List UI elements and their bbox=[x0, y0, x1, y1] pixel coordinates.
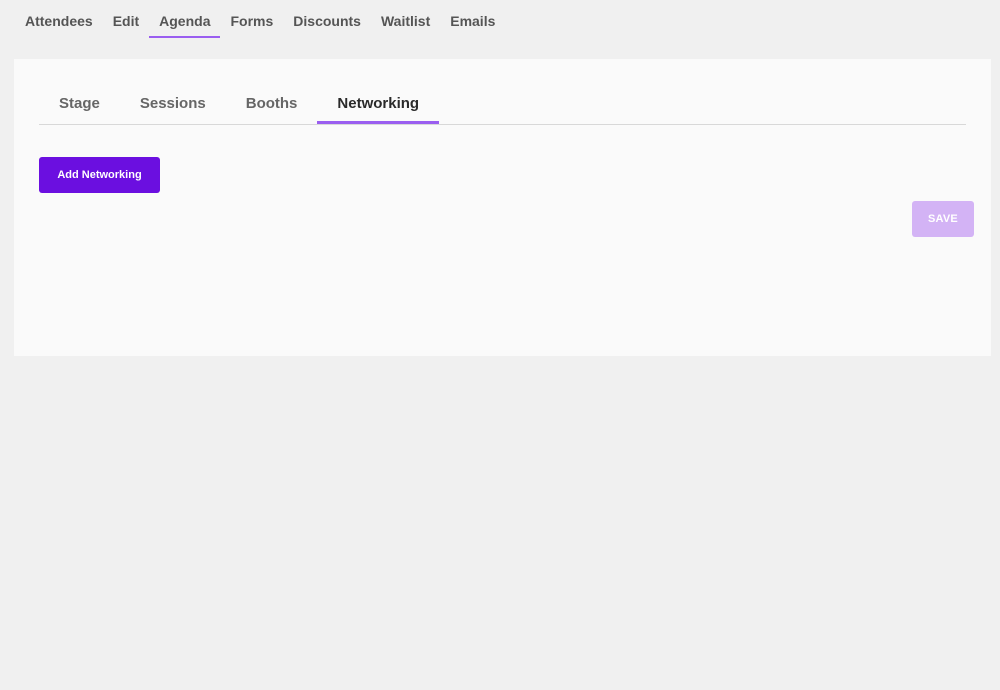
nav-agenda[interactable]: Agenda bbox=[149, 0, 221, 38]
nav-forms[interactable]: Forms bbox=[220, 0, 283, 38]
add-networking-button[interactable]: Add Networking bbox=[39, 157, 160, 193]
nav-edit[interactable]: Edit bbox=[103, 0, 149, 38]
agenda-tabs: Stage Sessions Booths Networking bbox=[39, 85, 966, 125]
nav-waitlist[interactable]: Waitlist bbox=[371, 0, 440, 38]
save-button[interactable]: SAVE bbox=[912, 201, 974, 237]
tab-stage[interactable]: Stage bbox=[39, 85, 120, 124]
nav-attendees[interactable]: Attendees bbox=[15, 0, 103, 38]
tab-networking[interactable]: Networking bbox=[317, 85, 440, 124]
tab-booths[interactable]: Booths bbox=[226, 85, 318, 124]
tab-sessions[interactable]: Sessions bbox=[120, 85, 226, 124]
agenda-panel: Stage Sessions Booths Networking Add Net… bbox=[14, 59, 991, 356]
nav-emails[interactable]: Emails bbox=[440, 0, 505, 38]
nav-discounts[interactable]: Discounts bbox=[283, 0, 371, 38]
top-navigation: Attendees Edit Agenda Forms Discounts Wa… bbox=[15, 0, 505, 38]
